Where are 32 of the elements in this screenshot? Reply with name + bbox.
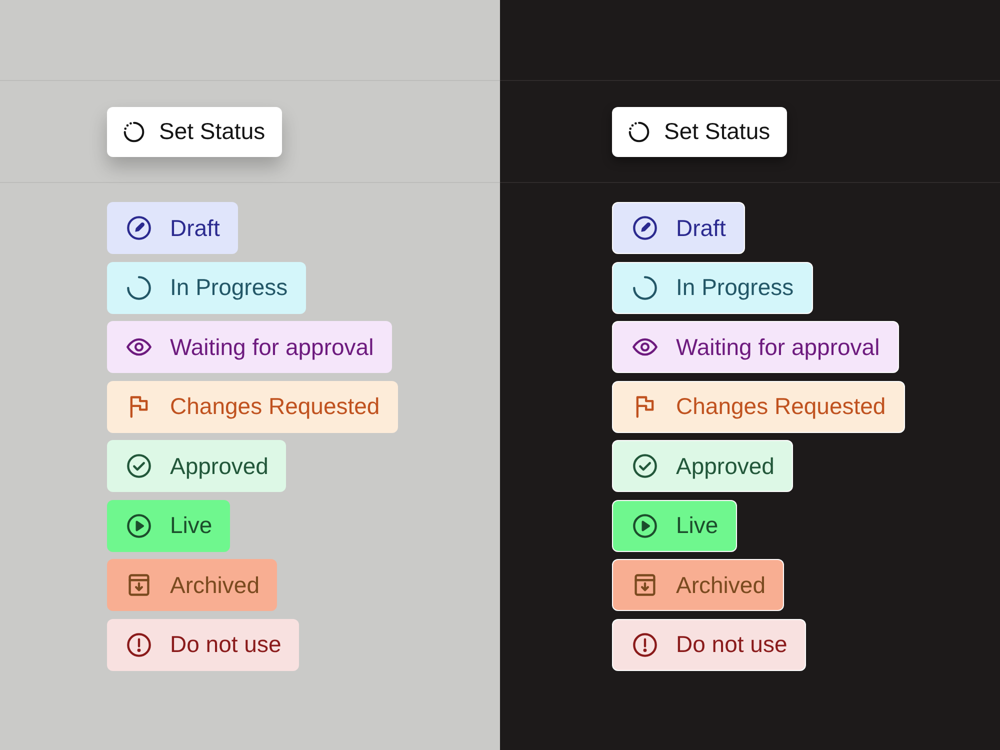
alert-circle-icon (632, 632, 658, 658)
status-badge[interactable]: Archived (107, 559, 278, 611)
check-circle-icon (126, 453, 152, 479)
dashed-circle-icon (123, 120, 145, 142)
status-badge[interactable]: Waiting for approval (612, 321, 899, 373)
archive-box-icon (632, 572, 658, 598)
set-status-button[interactable]: Set Status (612, 106, 788, 156)
pencil-circle-icon (126, 215, 152, 241)
status-badge[interactable]: Do not use (107, 618, 300, 670)
pencil-circle-icon (632, 215, 658, 241)
set-status-button[interactable]: Set Status (107, 106, 282, 156)
progress-arc-icon (126, 274, 152, 300)
status-badge[interactable]: Waiting for approval (107, 321, 392, 373)
progress-arc-icon (632, 274, 658, 300)
alert-circle-icon (126, 632, 152, 658)
status-badge[interactable]: Archived (612, 559, 784, 611)
play-circle-icon (632, 512, 658, 538)
status-badge[interactable]: Live (107, 500, 230, 552)
status-badge[interactable]: Draft (107, 202, 238, 254)
status-badge[interactable]: In Progress (612, 262, 813, 314)
dashed-circle-icon (628, 120, 650, 142)
archive-box-icon (126, 572, 152, 598)
play-circle-icon (126, 512, 152, 538)
status-badge[interactable]: Do not use (612, 618, 806, 670)
status-badge[interactable]: Approved (107, 440, 286, 492)
status-badge[interactable]: In Progress (107, 262, 306, 314)
check-circle-icon (632, 453, 658, 479)
status-badge[interactable]: Changes Requested (612, 380, 905, 432)
status-badge[interactable]: Draft (612, 202, 745, 254)
status-badge[interactable]: Live (612, 500, 738, 552)
status-badge[interactable]: Approved (612, 440, 794, 492)
status-badge[interactable]: Changes Requested (107, 380, 398, 432)
